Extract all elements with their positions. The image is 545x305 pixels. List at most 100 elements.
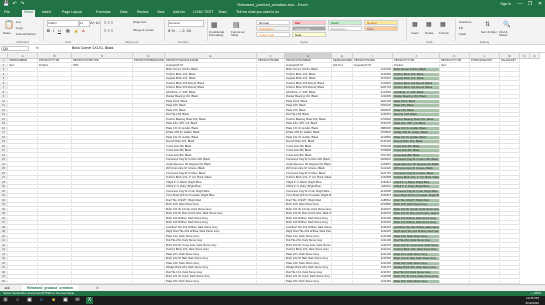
clock[interactable]: 12:35 PM 8/12/2016 xyxy=(526,296,539,305)
row-header[interactable]: 4 xyxy=(0,72,8,77)
product-name-cell[interactable]: V-Belt 2" 0, Black, Bright Blue xyxy=(393,180,440,185)
product-name-cell[interactable]: Brick 2X2 W. Cross Axle, Dark Stone Grey xyxy=(393,243,440,248)
cell[interactable] xyxy=(500,252,520,257)
product-name-cell[interactable]: Left Roof Tile 2X4 W.Bow, Dark Stone Gre… xyxy=(285,225,332,230)
cell[interactable] xyxy=(38,243,72,248)
row-header[interactable]: 8 xyxy=(0,90,8,95)
tell-me-search[interactable]: Tell me what you want to do xyxy=(236,10,279,14)
cell[interactable] xyxy=(72,185,133,189)
cell[interactable] xyxy=(257,275,285,279)
cell[interactable] xyxy=(470,185,500,189)
product-number-cell[interactable]: 3709526 xyxy=(353,131,393,135)
cell[interactable] xyxy=(440,99,470,104)
cell[interactable] xyxy=(332,86,353,90)
product-name-cell[interactable]: Brick 1X5, Dark Stone Grey xyxy=(165,203,257,207)
cell[interactable] xyxy=(72,149,133,153)
cell[interactable] xyxy=(500,203,520,207)
product-name-cell[interactable]: Angular Brick 1X1, Black xyxy=(393,77,440,81)
cell[interactable] xyxy=(470,189,500,194)
cell[interactable] xyxy=(133,99,165,104)
explorer-icon[interactable]: ■ xyxy=(50,297,57,304)
cell[interactable] xyxy=(470,212,500,216)
row-header[interactable]: 44 xyxy=(0,252,8,257)
product-name-cell[interactable]: Brick 1X4 W.Bow, Dark Stone Grey xyxy=(393,216,440,221)
product-name-cell[interactable]: Rocker Bearing 1X2, Black xyxy=(393,95,440,99)
cell[interactable] xyxy=(500,135,520,140)
cell[interactable] xyxy=(257,171,285,176)
row-header[interactable]: 36 xyxy=(0,216,8,221)
cell[interactable] xyxy=(72,252,133,257)
cut-button[interactable]: Cut xyxy=(16,20,21,24)
product-name-cell[interactable]: Technic Bearing Plate 2X2, Black xyxy=(165,117,257,122)
cell[interactable] xyxy=(500,171,520,176)
product-name-cell[interactable]: Wedge Brick 2X3, Dark Stone Grey xyxy=(393,266,440,270)
cell[interactable] xyxy=(440,149,470,153)
row-header[interactable]: 23 xyxy=(0,158,8,162)
cell[interactable] xyxy=(38,113,72,117)
cell[interactable] xyxy=(133,153,165,158)
row-header[interactable]: 35 xyxy=(0,212,8,216)
cell[interactable] xyxy=(38,216,72,221)
conditional-formatting-button[interactable]: Conditional Formatting xyxy=(209,31,229,37)
row-header[interactable]: 7 xyxy=(0,86,8,90)
cell[interactable] xyxy=(500,117,520,122)
row-header[interactable]: 39 xyxy=(0,230,8,234)
product-number-cell[interactable]: 4211803 xyxy=(353,95,393,99)
cell[interactable] xyxy=(133,140,165,144)
italic-button[interactable]: I xyxy=(53,28,54,33)
cell[interactable] xyxy=(470,275,500,279)
cell[interactable] xyxy=(8,198,38,203)
cell[interactable] xyxy=(8,153,38,158)
cell[interactable] xyxy=(332,198,353,203)
cell[interactable] xyxy=(500,185,520,189)
cell[interactable] xyxy=(470,261,500,266)
cell[interactable]: Imperial AT-07 xyxy=(165,63,257,68)
cell[interactable] xyxy=(133,126,165,131)
cell-style-option[interactable]: Input xyxy=(364,26,398,31)
cell[interactable] xyxy=(332,68,353,72)
cell[interactable] xyxy=(133,131,165,135)
cell[interactable] xyxy=(470,122,500,126)
product-name-cell[interactable]: Left Roof Tile 2X4 W.Bow, Dark Stone Gre… xyxy=(165,225,257,230)
cell[interactable] xyxy=(470,149,500,153)
cell[interactable] xyxy=(38,171,72,176)
product-number-cell[interactable]: 4114084 xyxy=(353,90,393,95)
cell[interactable] xyxy=(8,257,38,261)
cell[interactable] xyxy=(72,189,133,194)
delete-cells-button[interactable]: Delete xyxy=(425,31,434,35)
cell[interactable] xyxy=(332,185,353,189)
find-select-icon[interactable]: 🔍 xyxy=(503,21,510,28)
row-header[interactable]: 20 xyxy=(0,144,8,149)
cell[interactable] xyxy=(257,221,285,225)
cell[interactable] xyxy=(133,81,165,86)
cell[interactable] xyxy=(440,203,470,207)
product-name-cell[interactable]: Brick 1X2 W. Ball, Dark Stone Grey xyxy=(165,257,257,261)
cell[interactable] xyxy=(470,252,500,257)
cell[interactable] xyxy=(133,135,165,140)
cell[interactable] xyxy=(72,275,133,279)
cell[interactable] xyxy=(440,95,470,99)
cell[interactable] xyxy=(257,279,285,284)
header-cell[interactable]: PRODUCTDIMENSIONGROUPNAME xyxy=(133,59,165,63)
product-name-cell[interactable]: Technic Brick 1X4, Dark Stone Grey xyxy=(165,248,257,252)
product-name-cell[interactable]: Plate 1X6, Dark Stone Grey xyxy=(285,261,332,266)
mail-icon[interactable]: ✉ xyxy=(74,297,81,304)
row-header[interactable]: 34 xyxy=(0,207,8,212)
cell[interactable] xyxy=(38,104,72,108)
cell[interactable] xyxy=(257,158,285,162)
cell[interactable] xyxy=(133,248,165,252)
cell[interactable] xyxy=(133,180,165,185)
product-name-cell[interactable]: 4X4 Brick, 2" 4,85, Black xyxy=(393,90,440,95)
product-name-cell[interactable]: V-Belt 2" 0, Ruby, Bright Blue xyxy=(165,185,257,189)
product-number-cell[interactable]: 3705126 xyxy=(353,144,393,149)
cell[interactable] xyxy=(500,221,520,225)
product-name-cell[interactable]: Technic Bearing Plate 2X2, Black xyxy=(285,117,332,122)
edge-icon[interactable]: e xyxy=(38,297,45,304)
cell[interactable] xyxy=(332,216,353,221)
cell[interactable] xyxy=(133,207,165,212)
row-header[interactable]: 25 xyxy=(0,167,8,171)
cell[interactable] xyxy=(500,176,520,180)
cell[interactable] xyxy=(133,243,165,248)
row-header[interactable]: 2 xyxy=(0,63,8,68)
cell[interactable] xyxy=(133,144,165,149)
